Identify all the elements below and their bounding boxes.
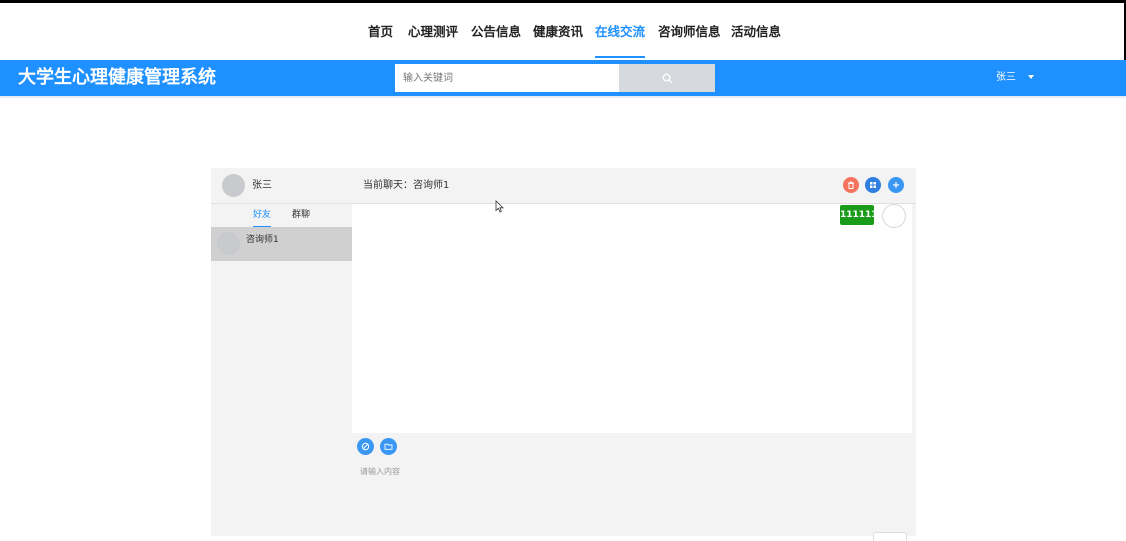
search-icon [662, 73, 672, 83]
delete-icon [848, 181, 854, 189]
file-button[interactable] [380, 438, 397, 455]
nav-item-announcements[interactable]: 公告信息 [471, 3, 521, 56]
nav-item-counselors[interactable]: 咨询师信息 [658, 3, 721, 56]
chat-header: 张三 当前聊天：咨询师1 [211, 168, 916, 204]
user-name: 张三 [996, 72, 1016, 83]
folder-icon [384, 443, 393, 450]
top-navigation: 首页 心理测评 公告信息 健康资讯 在线交流 咨询师信息 活动信息 [0, 3, 1126, 60]
emoji-icon [361, 442, 370, 451]
message-bubble: 111111 [840, 205, 878, 225]
nav-item-assessment[interactable]: 心理测评 [408, 3, 458, 56]
current-chat-label: 当前聊天：咨询师1 [363, 180, 450, 191]
emoji-button[interactable] [357, 438, 374, 455]
contacts-sidebar: 好友 群聊 咨询师1 [211, 204, 352, 536]
search-button[interactable] [619, 64, 715, 92]
my-name: 张三 [252, 180, 272, 191]
caret-down-icon [1028, 75, 1035, 79]
message-area[interactable]: 111111 [352, 204, 912, 433]
my-avatar [222, 174, 245, 197]
grid-button[interactable] [865, 177, 881, 193]
grid-icon [870, 182, 876, 188]
plus-icon [893, 182, 899, 188]
add-button[interactable] [888, 177, 904, 193]
send-button[interactable] [873, 532, 907, 541]
chat-panel: 张三 当前聊天：咨询师1 好友 群聊 咨询师1 111111 请输入内容 [211, 168, 916, 541]
nav-item-health-news[interactable]: 健康资讯 [533, 3, 583, 56]
user-menu[interactable]: 张三 [996, 60, 1035, 96]
tab-friends[interactable]: 好友 [253, 204, 272, 228]
message-input[interactable] [352, 461, 912, 521]
site-title[interactable]: 大学生心理健康管理系统 [18, 60, 216, 96]
header-bar: 大学生心理健康管理系统 张三 [0, 60, 1126, 96]
nav-item-home[interactable]: 首页 [368, 3, 393, 56]
nav-item-activities[interactable]: 活动信息 [731, 3, 781, 56]
friend-name: 咨询师1 [246, 235, 279, 245]
nav-item-online-chat[interactable]: 在线交流 [595, 3, 646, 58]
delete-chat-button[interactable] [843, 177, 859, 193]
search-input[interactable] [395, 64, 619, 92]
friend-avatar [217, 232, 240, 255]
message-avatar [882, 204, 906, 228]
friend-list-item[interactable]: 咨询师1 [211, 227, 352, 261]
header-divider [0, 96, 1126, 98]
mouse-cursor-icon [495, 200, 504, 213]
tab-groups[interactable]: 群聊 [292, 204, 310, 226]
